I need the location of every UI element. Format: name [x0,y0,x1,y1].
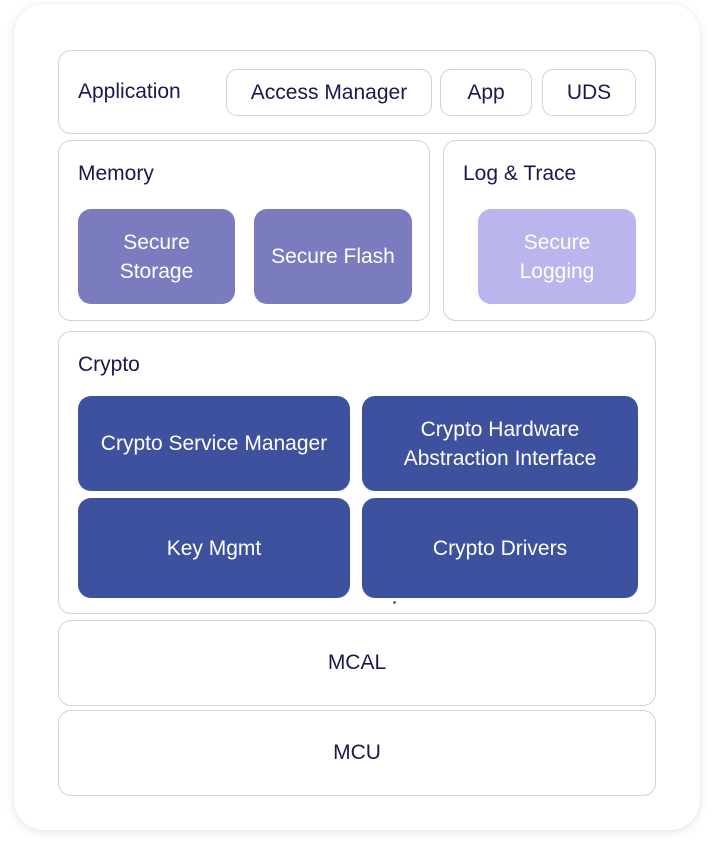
module-access-manager-label: Access Manager [250,80,408,104]
layer-application-title: Application [78,80,181,103]
layer-crypto: Crypto Crypto Service Manager Crypto Har… [58,331,656,614]
module-secure-storage[interactable]: Secure Storage [78,209,235,304]
layer-application: Application Access Manager App UDS [58,50,656,134]
module-access-manager[interactable]: Access Manager [226,69,432,116]
module-secure-storage-label: Secure Storage [119,230,194,283]
module-crypto-service-manager-label: Crypto Service Manager [100,432,328,455]
layer-memory: Memory Secure Storage Secure Flash [58,140,430,321]
module-secure-flash-label: Secure Flash [271,245,395,268]
architecture-diagram-card: Application Access Manager App UDS Memor… [14,4,700,830]
layer-crypto-title: Crypto [78,353,140,376]
module-key-mgmt-label: Key Mgmt [166,536,262,560]
module-crypto-drivers[interactable]: Crypto Drivers [362,498,638,598]
module-crypto-hardware-abstraction-interface-label: Crypto Hardware Abstraction Interface [403,417,597,470]
layer-memory-title: Memory [78,162,154,185]
module-secure-logging[interactable]: Secure Logging [478,209,636,304]
module-secure-flash[interactable]: Secure Flash [254,209,412,304]
layer-mcal-title: MCAL [327,651,387,674]
layer-mcu-title: MCU [333,741,381,764]
layer-mcal: MCAL [58,620,656,706]
module-uds-label: UDS [566,80,612,104]
layer-mcu: MCU [58,710,656,796]
module-app-label: App [467,80,505,104]
module-app[interactable]: App [440,69,532,116]
module-crypto-drivers-label: Crypto Drivers [432,536,568,560]
module-uds[interactable]: UDS [542,69,636,116]
module-key-mgmt[interactable]: Key Mgmt [78,498,350,598]
layer-log-and-trace: Log & Trace Secure Logging [443,140,656,321]
stray-dot-artifact [393,601,396,604]
module-secure-logging-label: Secure Logging [519,230,595,283]
layer-log-and-trace-title: Log & Trace [463,162,577,185]
module-crypto-service-manager[interactable]: Crypto Service Manager [78,396,350,491]
module-crypto-hardware-abstraction-interface[interactable]: Crypto Hardware Abstraction Interface [362,396,638,491]
